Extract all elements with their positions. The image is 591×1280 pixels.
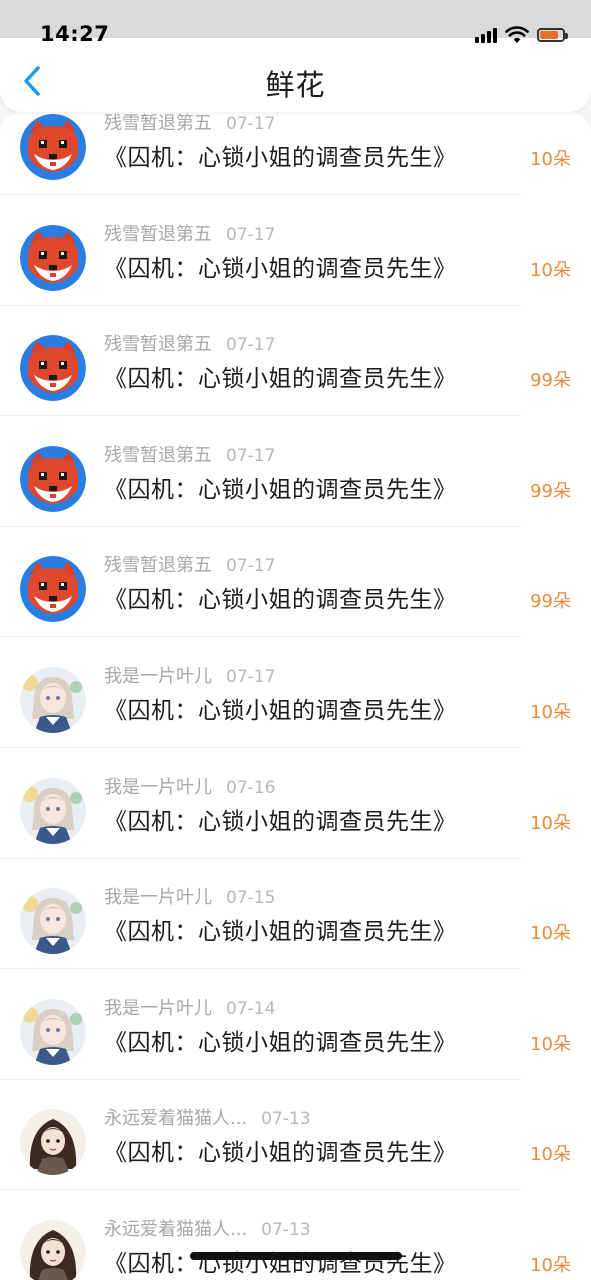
avatar[interactable] — [20, 335, 86, 402]
record-meta: 我是一片叶儿 07-17 — [104, 662, 275, 688]
user-name[interactable]: 残雪暂退第五 — [104, 334, 212, 355]
record-date: 07-13 — [261, 1109, 311, 1130]
list-item[interactable]: 我是一片叶儿 07-15 《囚机：心锁小姐的调查员先生》 10朵 — [0, 859, 591, 970]
flower-amount: 10朵 — [530, 1033, 571, 1055]
list-item[interactable]: 残雪暂退第五 07-17 《囚机：心锁小姐的调查员先生》 99朵 — [0, 417, 591, 527]
avatar[interactable] — [20, 667, 86, 733]
book-title: 《囚机：心锁小姐的调查员先生》 — [104, 1140, 457, 1167]
record-meta: 残雪暂退第五 07-17 — [104, 551, 275, 577]
record-date: 07-13 — [261, 1220, 311, 1240]
user-name[interactable]: 残雪暂退第五 — [104, 113, 212, 134]
list-item[interactable]: 我是一片叶儿 07-14 《囚机：心锁小姐的调查员先生》 10朵 — [0, 970, 591, 1080]
avatar[interactable] — [20, 224, 86, 291]
list-item[interactable]: 永远爱着猫猫人... 07-13 《囚机：心锁小姐的调查员先生》 10朵 — [0, 1191, 591, 1280]
flower-amount: 10朵 — [530, 149, 571, 170]
record-meta: 我是一片叶儿 07-15 — [104, 883, 275, 909]
book-title: 《囚机：心锁小姐的调查员先生》 — [104, 919, 457, 946]
book-title: 《囚机：心锁小姐的调查员先生》 — [104, 1029, 457, 1056]
gift-record-list: 残雪暂退第五 07-17 《囚机：心锁小姐的调查员先生》 10朵 残雪暂退第五 07-17… — [0, 112, 591, 1280]
cellular-signal-icon — [475, 27, 497, 43]
list-item[interactable]: 残雪暂退第五 07-17 《囚机：心锁小姐的调查员先生》 10朵 — [0, 112, 591, 195]
record-date: 07-15 — [226, 888, 276, 909]
user-name[interactable]: 残雪暂退第五 — [104, 445, 212, 466]
flower-amount: 99朵 — [530, 591, 571, 613]
record-meta: 永远爱着猫猫人... 07-13 — [104, 1215, 311, 1241]
book-title: 《囚机：心锁小姐的调查员先生》 — [104, 587, 457, 614]
avatar[interactable] — [20, 998, 86, 1065]
battery-icon — [537, 28, 568, 42]
avatar[interactable] — [20, 445, 86, 512]
avatar[interactable] — [20, 556, 86, 623]
flower-amount: 99朵 — [530, 370, 571, 392]
book-title: 《囚机：心锁小姐的调查员先生》 — [104, 1251, 457, 1277]
avatar[interactable] — [20, 888, 86, 955]
book-title: 《囚机：心锁小姐的调查员先生》 — [104, 145, 457, 171]
flower-amount: 10朵 — [530, 1255, 571, 1276]
flower-amount: 10朵 — [530, 812, 571, 834]
flower-amount: 10朵 — [530, 1144, 571, 1166]
record-date: 07-17 — [226, 224, 276, 245]
user-name[interactable]: 我是一片叶儿 — [104, 887, 212, 908]
user-name[interactable]: 永远爱着猫猫人... — [104, 1219, 247, 1240]
book-title: 《囚机：心锁小姐的调查员先生》 — [104, 255, 457, 282]
list-item[interactable]: 残雪暂退第五 07-17 《囚机：心锁小姐的调查员先生》 99朵 — [0, 527, 591, 638]
record-meta: 残雪暂退第五 07-17 — [104, 330, 275, 356]
user-name[interactable]: 我是一片叶儿 — [104, 666, 212, 687]
record-meta: 残雪暂退第五 07-17 — [104, 220, 275, 246]
status-time: 14:27 — [40, 22, 110, 46]
flower-amount: 10朵 — [530, 702, 571, 723]
user-name[interactable]: 永远爱着猫猫人... — [104, 1108, 247, 1129]
record-date: 07-14 — [226, 998, 276, 1019]
flower-amount: 10朵 — [530, 259, 571, 281]
record-date: 07-17 — [226, 335, 276, 356]
avatar[interactable] — [20, 1109, 86, 1176]
list-item[interactable]: 残雪暂退第五 07-17 《囚机：心锁小姐的调查员先生》 10朵 — [0, 196, 591, 306]
list-item[interactable]: 残雪暂退第五 07-17 《囚机：心锁小姐的调查员先生》 99朵 — [0, 306, 591, 417]
user-name[interactable]: 残雪暂退第五 — [104, 224, 212, 245]
book-title: 《囚机：心锁小姐的调查员先生》 — [104, 808, 457, 835]
user-name[interactable]: 残雪暂退第五 — [104, 555, 212, 576]
record-meta: 残雪暂退第五 07-17 — [104, 112, 275, 135]
record-meta: 残雪暂退第五 07-17 — [104, 441, 275, 467]
book-title: 《囚机：心锁小姐的调查员先生》 — [104, 366, 457, 393]
record-date: 07-17 — [226, 114, 276, 134]
record-meta: 永远爱着猫猫人... 07-13 — [104, 1104, 311, 1130]
user-name[interactable]: 我是一片叶儿 — [104, 777, 212, 798]
record-date: 07-16 — [226, 777, 276, 798]
flower-amount: 10朵 — [530, 923, 571, 945]
record-date: 07-17 — [226, 556, 276, 577]
book-title: 《囚机：心锁小姐的调查员先生》 — [104, 698, 457, 724]
list-item[interactable]: 我是一片叶儿 07-17 《囚机：心锁小姐的调查员先生》 10朵 — [0, 638, 591, 748]
list-item[interactable]: 永远爱着猫猫人... 07-13 《囚机：心锁小姐的调查员先生》 10朵 — [0, 1080, 591, 1191]
record-meta: 我是一片叶儿 07-14 — [104, 994, 275, 1020]
list-item[interactable]: 我是一片叶儿 07-16 《囚机：心锁小姐的调查员先生》 10朵 — [0, 749, 591, 859]
avatar[interactable] — [20, 1220, 86, 1280]
wifi-icon — [505, 26, 529, 43]
book-title: 《囚机：心锁小姐的调查员先生》 — [104, 476, 457, 503]
home-indicator[interactable] — [190, 1252, 402, 1260]
record-date: 07-17 — [226, 667, 276, 687]
flower-amount: 99朵 — [530, 480, 571, 502]
avatar[interactable] — [20, 114, 86, 180]
record-meta: 我是一片叶儿 07-16 — [104, 773, 275, 799]
user-name[interactable]: 我是一片叶儿 — [104, 998, 212, 1019]
status-icons — [475, 24, 568, 46]
record-date: 07-17 — [226, 445, 276, 466]
avatar[interactable] — [20, 777, 86, 844]
page-title: 鲜花 — [265, 68, 326, 102]
screen: 14:27 鲜花 残雪暂退第五 07-17 《囚机：心锁小姐的调查员先生》 10朵 残雪… — [0, 0, 591, 1280]
